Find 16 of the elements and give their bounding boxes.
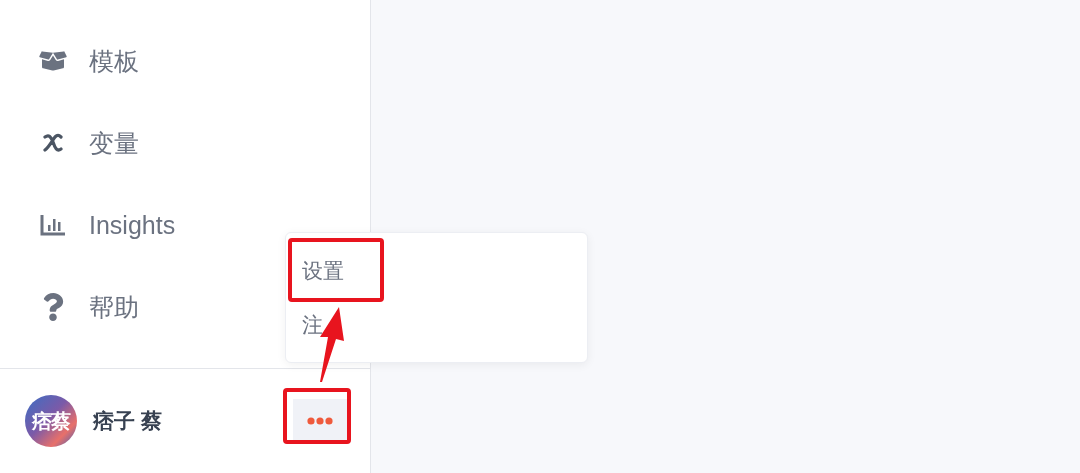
box-icon xyxy=(38,50,68,72)
help-icon xyxy=(42,293,64,321)
user-name: 痞子 蔡 xyxy=(93,408,162,435)
nav-label: 帮助 xyxy=(89,292,139,323)
menu-item[interactable]: 注 xyxy=(286,297,587,352)
nav-item[interactable]: 模板 xyxy=(0,40,370,122)
avatar-initials: 痞蔡 xyxy=(32,409,70,434)
more-icon xyxy=(307,417,333,425)
nav-label: 模板 xyxy=(89,46,139,77)
menu-item[interactable]: 设置 xyxy=(286,243,587,298)
nav-label: 变量 xyxy=(89,128,139,159)
bar-chart-icon xyxy=(40,214,66,236)
more-button[interactable] xyxy=(293,399,347,443)
nav-label: Insights xyxy=(89,210,176,241)
nav-item[interactable]: 变量 xyxy=(0,122,370,204)
variable-icon xyxy=(42,132,64,154)
